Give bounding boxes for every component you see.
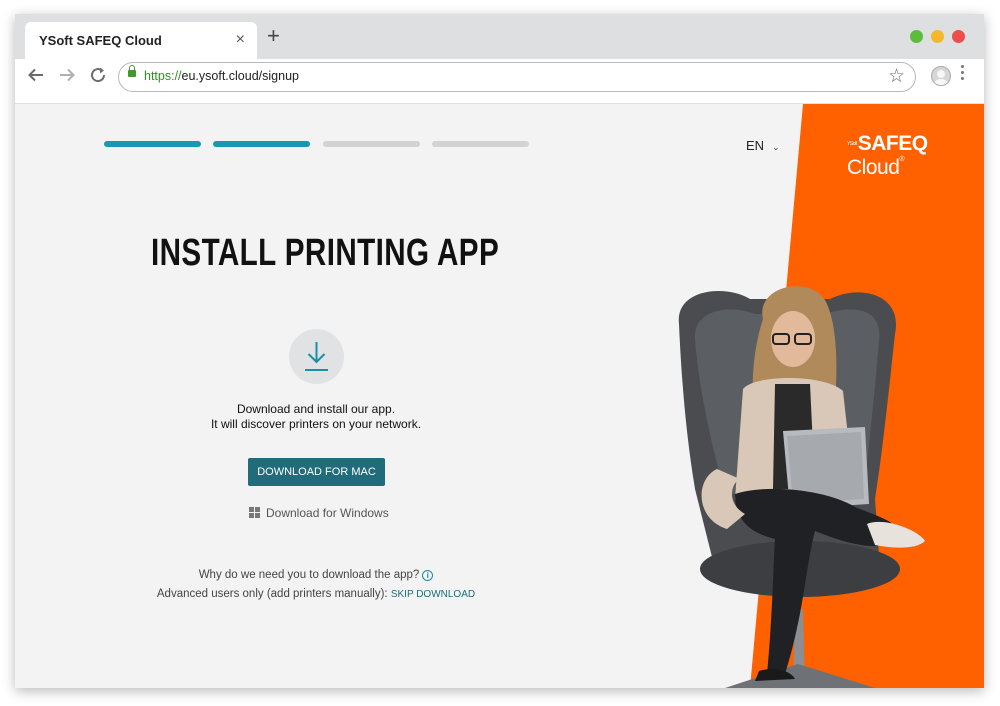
url-host: eu.ysoft.cloud/signup bbox=[181, 69, 299, 83]
window-close-button[interactable] bbox=[952, 30, 965, 43]
progress-step-2 bbox=[213, 141, 310, 147]
download-mac-button[interactable]: DOWNLOAD FOR MAC bbox=[248, 458, 385, 486]
tab-title: YSoft SAFEQ Cloud bbox=[39, 33, 162, 48]
brand-logo-main: SAFEQ bbox=[857, 132, 928, 155]
windows-logo-icon bbox=[249, 507, 260, 518]
back-button[interactable] bbox=[27, 66, 45, 90]
address-bar[interactable]: https://eu.ysoft.cloud/signup ☆ bbox=[118, 62, 916, 92]
brand-logo: YSoftSAFEQ Cloud® bbox=[847, 132, 984, 180]
progress-step-3 bbox=[323, 141, 420, 147]
language-value: EN bbox=[746, 138, 765, 153]
tab-close-icon[interactable]: × bbox=[236, 31, 245, 49]
description-line-2: It will discover printers on your networ… bbox=[210, 417, 422, 431]
download-description: Download and install our app. It will di… bbox=[168, 402, 464, 432]
download-icon-circle bbox=[289, 329, 344, 384]
why-download-label: Why do we need you to download the app? bbox=[198, 569, 420, 581]
reload-button[interactable] bbox=[89, 66, 107, 90]
bookmark-star-icon[interactable]: ☆ bbox=[888, 65, 905, 88]
brand-logo-registered: ® bbox=[899, 156, 905, 163]
reload-icon bbox=[91, 67, 106, 83]
arrow-left-icon bbox=[28, 68, 43, 82]
forward-button[interactable] bbox=[58, 66, 76, 90]
browser-tab[interactable]: YSoft SAFEQ Cloud × bbox=[25, 22, 257, 59]
brand-logo-pre: YSoft bbox=[847, 141, 857, 148]
skip-download-link[interactable]: SKIP DOWNLOAD bbox=[391, 589, 475, 600]
url-protocol: https:// bbox=[144, 69, 182, 83]
progress-step-4 bbox=[432, 141, 529, 147]
window-maximize-button[interactable] bbox=[910, 30, 923, 43]
download-icon bbox=[305, 342, 328, 371]
why-download-text: Why do we need you to download the app? i bbox=[168, 569, 464, 581]
profile-avatar-icon[interactable] bbox=[931, 66, 951, 86]
brand-logo-light: Cloud bbox=[847, 156, 900, 179]
page-title: INSTALL PRINTING APP bbox=[151, 232, 500, 274]
page-content: EN ⌄ YSoftSAFEQ Cloud® INSTALL PRINTING A… bbox=[15, 104, 984, 688]
menu-kebab-icon[interactable] bbox=[961, 65, 965, 83]
woman-with-laptop-illustration bbox=[678, 286, 925, 688]
browser-window: YSoft SAFEQ Cloud × + https://eu.ysoft.c… bbox=[15, 14, 984, 688]
chevron-down-icon: ⌄ bbox=[772, 142, 780, 152]
progress-step-1 bbox=[104, 141, 201, 147]
advanced-users-text: Advanced users only (add printers manual… bbox=[125, 588, 507, 600]
browser-toolbar: https://eu.ysoft.cloud/signup ☆ bbox=[15, 59, 984, 104]
download-windows-link[interactable]: Download for Windows bbox=[249, 506, 389, 520]
language-selector[interactable]: EN ⌄ bbox=[746, 138, 780, 153]
description-line-1: Download and install our app. bbox=[236, 402, 396, 416]
lock-icon bbox=[128, 65, 136, 77]
window-minimize-button[interactable] bbox=[931, 30, 944, 43]
download-windows-label: Download for Windows bbox=[266, 506, 389, 520]
tab-bar: YSoft SAFEQ Cloud × + bbox=[15, 14, 984, 59]
info-icon[interactable]: i bbox=[422, 570, 434, 581]
url-text[interactable]: https://eu.ysoft.cloud/signup bbox=[144, 69, 299, 83]
new-tab-button[interactable]: + bbox=[267, 25, 280, 47]
arrow-right-icon bbox=[60, 68, 75, 82]
advanced-users-label: Advanced users only (add printers manual… bbox=[156, 588, 391, 600]
